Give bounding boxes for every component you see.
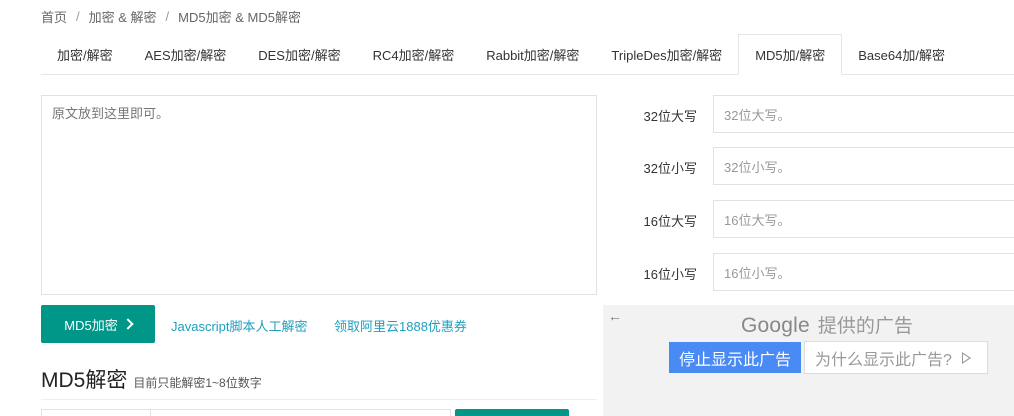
stop-ad-button[interactable]: 停止显示此广告 xyxy=(669,342,801,373)
ad-header: Google 提供的广告 xyxy=(741,311,913,338)
breadcrumb: 首页 / 加密 & 解密 / MD5加密 & MD5解密 xyxy=(41,7,301,25)
section-divider xyxy=(41,399,597,400)
tab-tripledes[interactable]: TripleDes加密/解密 xyxy=(595,34,738,74)
breadcrumb-current: MD5加密 & MD5解密 xyxy=(178,9,301,25)
source-textarea[interactable] xyxy=(41,95,597,295)
md5-encrypt-label: MD5加密 xyxy=(64,317,118,333)
input-segment-divider xyxy=(150,410,151,416)
tab-rabbit[interactable]: Rabbit加密/解密 xyxy=(470,34,595,74)
back-arrow-icon[interactable]: ← xyxy=(608,308,622,324)
breadcrumb-separator: / xyxy=(76,8,80,24)
result-input-32-lower[interactable]: 32位小写。 xyxy=(713,147,1014,185)
result-input-32-upper[interactable]: 32位大写。 xyxy=(713,95,1014,133)
result-input-16-lower[interactable]: 16位小写。 xyxy=(713,253,1014,291)
breadcrumb-home[interactable]: 首页 xyxy=(41,7,67,26)
tab-bar: 加密/解密 AES加密/解密 DES加密/解密 RC4加密/解密 Rabbit加… xyxy=(41,34,1014,75)
md5-decrypt-button[interactable] xyxy=(455,409,569,416)
tab-rc4[interactable]: RC4加密/解密 xyxy=(357,34,471,74)
result-input-16-upper[interactable]: 16位大写。 xyxy=(713,200,1014,238)
tab-aes[interactable]: AES加密/解密 xyxy=(129,34,243,74)
breadcrumb-encrypt[interactable]: 加密 & 解密 xyxy=(89,7,157,26)
tab-md5[interactable]: MD5加/解密 xyxy=(738,34,843,75)
decrypt-input[interactable] xyxy=(41,409,451,416)
decrypt-hint: 目前只能解密1~8位数字 xyxy=(133,376,262,390)
md5-encrypt-button[interactable]: MD5加密 xyxy=(41,305,155,343)
result-label-32-upper: 32位大写 xyxy=(643,109,697,124)
why-ad-label: 为什么显示此广告? xyxy=(815,351,952,369)
google-logo: Google xyxy=(741,314,810,337)
play-icon xyxy=(961,351,971,364)
decrypt-title: MD5解密 xyxy=(41,369,128,392)
tab-base64[interactable]: Base64加/解密 xyxy=(842,34,961,74)
ad-panel: ← Google 提供的广告 停止显示此广告 为什么显示此广告? xyxy=(603,305,1014,416)
js-decrypt-link[interactable]: Javascript脚本人工解密 xyxy=(171,316,308,335)
result-label-16-upper: 16位大写 xyxy=(643,214,697,229)
aliyun-coupon-link[interactable]: 领取阿里云1888优惠券 xyxy=(334,316,467,335)
decrypt-heading: MD5解密 目前只能解密1~8位数字 xyxy=(41,364,262,394)
tab-des[interactable]: DES加密/解密 xyxy=(242,34,356,74)
result-label-32-lower: 32位小写 xyxy=(643,161,697,176)
result-label-16-lower: 16位小写 xyxy=(643,267,697,282)
ad-provided-text: 提供的广告 xyxy=(817,316,913,337)
why-ad-button[interactable]: 为什么显示此广告? xyxy=(804,341,988,374)
chevron-right-icon xyxy=(122,318,134,330)
tab-encrypt[interactable]: 加密/解密 xyxy=(41,34,129,74)
breadcrumb-separator: / xyxy=(165,8,170,24)
